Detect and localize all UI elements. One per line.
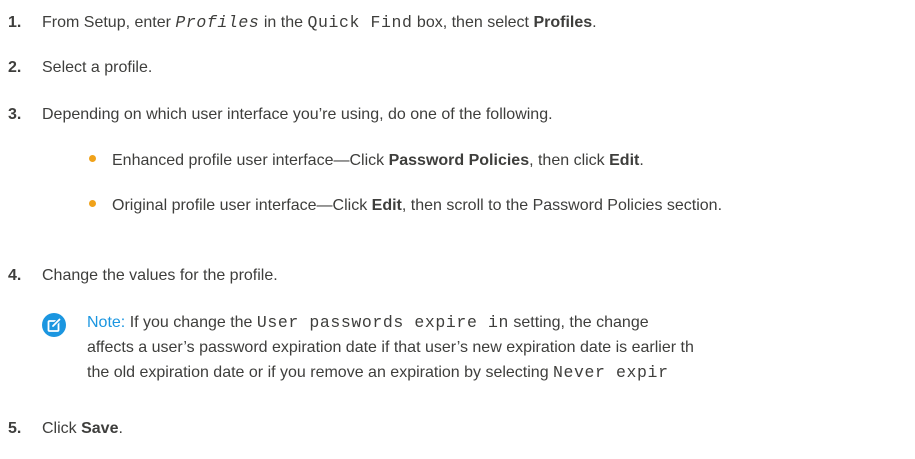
note-label: Note: (87, 314, 126, 331)
ui-term: Password Policies (388, 152, 530, 169)
step-1: 1. From Setup, enter Profiles in the Quic… (8, 12, 597, 34)
step-text: Select a profile. (42, 59, 153, 76)
code-term: Quick Find (307, 13, 413, 32)
step-text: From Setup, enter (42, 14, 176, 31)
bullet-text: Enhanced profile user interface—Click (112, 152, 389, 169)
bullet-item-original: Original profile user interface—Click Ed… (89, 195, 722, 217)
bullet-text: , then scroll to the Password Policies s… (401, 197, 723, 214)
step-3: 3. Depending on which user interface you’… (8, 104, 553, 126)
step-text: . (118, 420, 123, 437)
code-term: Never expir (553, 363, 669, 382)
note-line-3: the old expiration date or if you remove… (87, 362, 669, 384)
code-term: User passwords expire in (256, 313, 509, 332)
step-number: 2. (8, 59, 22, 76)
step-text: Click (42, 420, 82, 437)
note-text: setting, the change (508, 314, 649, 331)
step-text: in the (259, 14, 308, 31)
ui-term: Save (81, 420, 119, 437)
step-number: 5. (8, 420, 22, 437)
step-number: 3. (8, 106, 22, 123)
step-text: . (592, 14, 597, 31)
edit-note-icon (42, 313, 66, 337)
note-line-1: Note: If you change the User passwords e… (87, 312, 649, 334)
code-term: Profiles (175, 13, 260, 32)
bullet-dot (89, 200, 96, 208)
note-text: the old expiration date or if you remove… (87, 364, 554, 381)
bullet-text: , then click (529, 152, 610, 169)
note-text: If you change the (125, 314, 257, 331)
ui-term: Profiles (533, 14, 593, 31)
step-text: Depending on which user interface you’re… (42, 106, 553, 123)
note-line-2: affects a user’s password expiration dat… (87, 337, 694, 359)
note-text: affects a user’s password expiration dat… (87, 339, 694, 356)
bullet-text: . (639, 152, 644, 169)
step-5: 5. Click Save. (8, 418, 123, 440)
bullet-dot (89, 155, 96, 163)
step-number: 1. (8, 14, 22, 31)
step-text: box, then select (412, 14, 534, 31)
step-2: 2. Select a profile. (8, 57, 152, 79)
ui-term: Edit (371, 197, 402, 214)
step-text: Change the values for the profile. (42, 267, 278, 284)
bullet-text: Original profile user interface—Click (112, 197, 372, 214)
step-4: 4. Change the values for the profile. (8, 265, 278, 287)
step-number: 4. (8, 267, 22, 284)
bullet-item-enhanced: Enhanced profile user interface—Click Pa… (89, 150, 644, 172)
ui-term: Edit (609, 152, 640, 169)
